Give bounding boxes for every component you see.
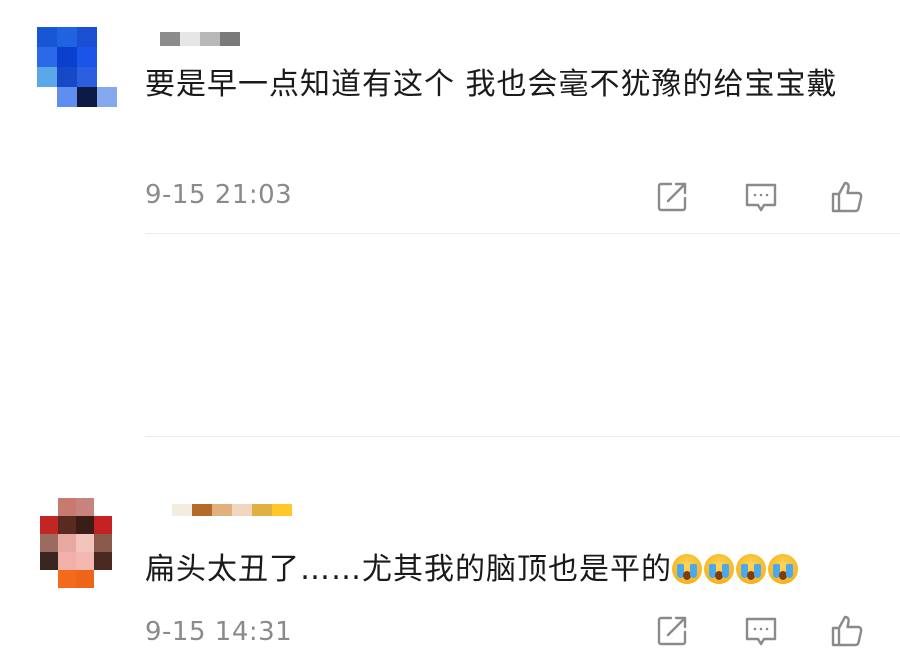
avatar-pixel — [94, 552, 112, 570]
avatar[interactable] — [40, 498, 112, 588]
like-button[interactable] — [830, 614, 864, 648]
share-icon — [657, 616, 687, 646]
share-button[interactable] — [655, 180, 689, 214]
comment-item: 扁头太丑了……尤其我的脑顶也是平的 9-15 14:31 — [0, 236, 900, 647]
reply-icon — [745, 183, 777, 212]
divider — [145, 233, 900, 234]
avatar-pixel — [77, 67, 97, 87]
thumbs-up-icon — [831, 615, 863, 647]
avatar-pixel — [57, 67, 77, 87]
avatar-pixel — [58, 552, 76, 570]
avatar-pixel — [76, 570, 94, 588]
avatar-pixel — [58, 498, 76, 516]
avatar-pixel — [37, 67, 57, 87]
like-button[interactable] — [830, 180, 864, 214]
comment-text: 要是早一点知道有这个 我也会毫不犹豫的给宝宝戴 — [145, 67, 838, 102]
avatar-pixel — [40, 516, 58, 534]
avatar-pixel — [77, 47, 97, 67]
comment-timestamp: 9-15 21:03 — [145, 180, 293, 210]
username[interactable] — [172, 504, 292, 516]
avatar-pixel — [40, 552, 58, 570]
avatar-pixel — [77, 87, 97, 107]
avatar-pixel — [94, 570, 112, 588]
avatar-pixel — [57, 27, 77, 47]
avatar-pixel — [58, 570, 76, 588]
avatar-pixel — [76, 516, 94, 534]
avatar-pixel — [40, 570, 58, 588]
avatar-pixel — [97, 47, 117, 67]
reply-button[interactable] — [744, 180, 778, 214]
username[interactable] — [160, 32, 240, 46]
username-mosaic-block — [192, 504, 212, 516]
avatar-pixel — [76, 498, 94, 516]
username-mosaic-block — [220, 32, 240, 46]
crying-face-icon — [672, 554, 702, 584]
avatar-pixel — [57, 87, 77, 107]
avatar-pixel — [37, 27, 57, 47]
avatar-pixel — [57, 47, 77, 67]
username-mosaic-block — [272, 504, 292, 516]
avatar-pixel — [40, 534, 58, 552]
username-mosaic-block — [212, 504, 232, 516]
avatar-pixel — [58, 534, 76, 552]
comment-timestamp: 9-15 14:31 — [145, 617, 293, 647]
avatar-pixel — [40, 498, 58, 516]
avatar-pixel — [76, 534, 94, 552]
emoji-group — [672, 552, 800, 587]
avatar-pixel — [77, 27, 97, 47]
username-mosaic-block — [232, 504, 252, 516]
divider — [145, 436, 900, 437]
username-mosaic-block — [160, 32, 180, 46]
avatar-pixel — [97, 87, 117, 107]
crying-face-icon — [768, 554, 798, 584]
reply-button[interactable] — [744, 614, 778, 648]
thumbs-up-icon — [831, 181, 863, 213]
username-mosaic-block — [172, 504, 192, 516]
avatar[interactable] — [37, 27, 117, 107]
comment-text-body: 扁头太丑了……尤其我的脑顶也是平的 — [145, 552, 672, 587]
username-mosaic-block — [180, 32, 200, 46]
avatar-pixel — [76, 552, 94, 570]
comment-text: 扁头太丑了……尤其我的脑顶也是平的 — [145, 545, 885, 595]
avatar-pixel — [94, 534, 112, 552]
avatar-pixel — [58, 516, 76, 534]
share-icon — [657, 182, 687, 212]
username-mosaic-block — [200, 32, 220, 46]
avatar-pixel — [37, 87, 57, 107]
avatar-pixel — [94, 516, 112, 534]
avatar-pixel — [94, 498, 112, 516]
crying-face-icon — [704, 554, 734, 584]
reply-icon — [745, 617, 777, 646]
avatar-pixel — [37, 47, 57, 67]
comment-item: 要是早一点知道有这个 我也会毫不犹豫的给宝宝戴 9-15 21:03 — [0, 0, 900, 232]
username-mosaic-block — [252, 504, 272, 516]
avatar-pixel — [97, 67, 117, 87]
crying-face-icon — [736, 554, 766, 584]
avatar-pixel — [97, 27, 117, 47]
share-button[interactable] — [655, 614, 689, 648]
